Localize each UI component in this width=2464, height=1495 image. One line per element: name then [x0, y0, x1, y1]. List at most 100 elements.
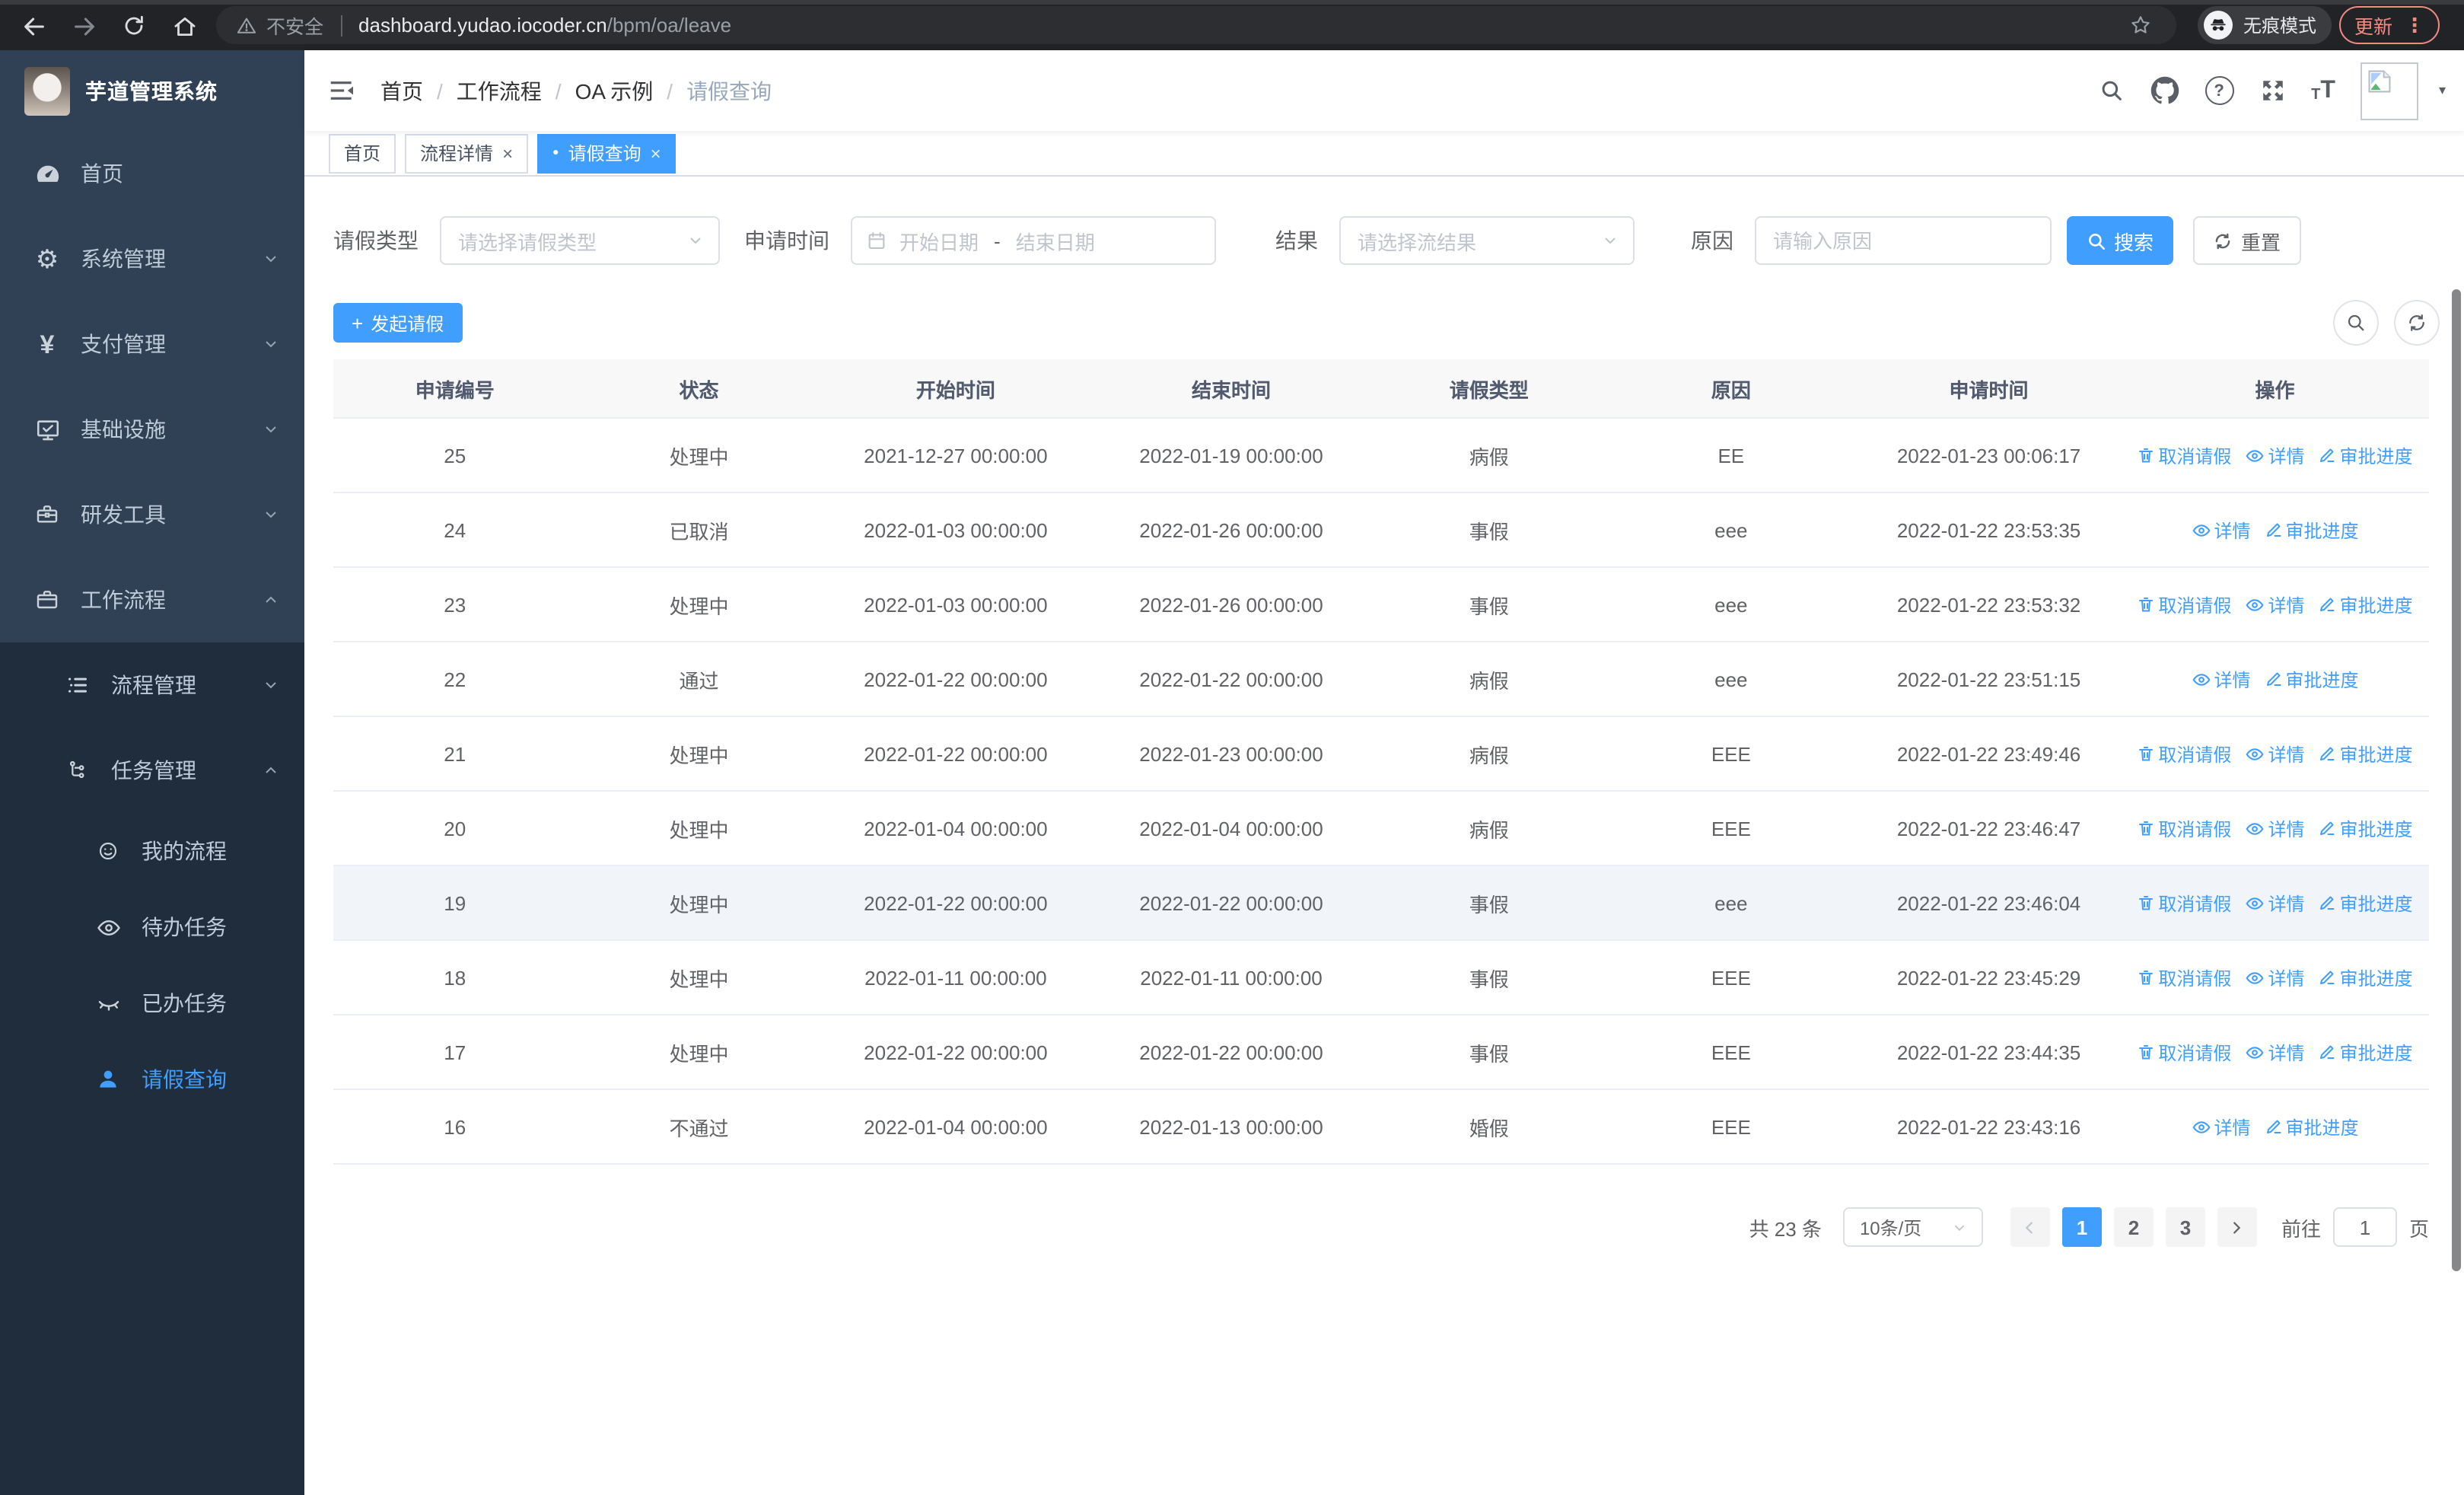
sidebar-item-todo-tasks[interactable]: 待办任务	[0, 889, 304, 965]
pen-icon	[2320, 896, 2335, 910]
avatar[interactable]	[2361, 62, 2419, 120]
progress-link[interactable]: 审批进度	[2318, 964, 2413, 990]
app-logo[interactable]: 芋道管理系统	[0, 50, 304, 131]
progress-link[interactable]: 审批进度	[2318, 815, 2413, 841]
reason-label: 原因	[1691, 228, 1733, 253]
detail-link[interactable]: 详情	[2191, 517, 2250, 543]
tab-home[interactable]: 首页	[329, 133, 396, 173]
detail-link[interactable]: 详情	[2245, 741, 2304, 767]
reason-input[interactable]	[1755, 216, 2052, 265]
sidebar-item-workflow[interactable]: 工作流程	[0, 557, 304, 642]
table-row: 24 已取消 2022-01-03 00:00:00 2022-01-26 00:00…	[333, 493, 2429, 568]
sidebar-collapse-icon[interactable]	[327, 76, 356, 105]
fullscreen-icon[interactable]	[2259, 78, 2285, 104]
font-size-icon[interactable]: TT	[2311, 78, 2335, 103]
page-button-3[interactable]: 3	[2165, 1207, 2205, 1247]
update-button[interactable]: 更新 ⋮	[2339, 6, 2440, 44]
close-icon[interactable]: ×	[502, 142, 513, 164]
scrollbar-thumb[interactable]	[2452, 289, 2461, 1271]
cell-type: 病假	[1469, 445, 1509, 468]
reset-button[interactable]: 重置	[2193, 216, 2301, 265]
browser-menu-icon[interactable]: ⋮	[2405, 13, 2424, 37]
sidebar-item-task-mgmt[interactable]: 任务管理	[0, 728, 304, 813]
url-divider	[340, 14, 342, 36]
breadcrumb-oa-example[interactable]: OA 示例	[575, 75, 654, 106]
refresh-table-button[interactable]	[2394, 300, 2440, 346]
page-button-2[interactable]: 2	[2113, 1207, 2154, 1247]
sidebar-item-system[interactable]: ⚙ 系统管理	[0, 216, 304, 301]
eye-icon	[2246, 449, 2264, 461]
url-bar[interactable]: 不安全 dashboard.yudao.iocoder.cn/bpm/oa/le…	[216, 6, 2176, 44]
breadcrumb-home[interactable]: 首页	[380, 75, 423, 106]
sidebar-item-payment[interactable]: ¥ 支付管理	[0, 301, 304, 387]
next-page-button[interactable]	[2217, 1207, 2257, 1247]
cancel-link[interactable]: 取消请假	[2137, 890, 2231, 916]
sidebar-item-infrastructure[interactable]: 基础设施	[0, 387, 304, 472]
apply-time-range-picker[interactable]: 开始日期 - 结束日期	[851, 216, 1216, 265]
sidebar-item-dev-tools[interactable]: 研发工具	[0, 472, 304, 557]
progress-link[interactable]: 审批进度	[2264, 1114, 2359, 1140]
table-body: 25 处理中 2021-12-27 00:00:00 2022-01-19 00:00…	[333, 419, 2429, 1165]
cell-reason: EEE	[1711, 1115, 1751, 1138]
cell-type: 事假	[1469, 967, 1509, 990]
back-icon[interactable]	[15, 8, 52, 44]
sidebar-item-process-mgmt[interactable]: 流程管理	[0, 642, 304, 728]
detail-link[interactable]: 详情	[2191, 666, 2250, 692]
progress-link[interactable]: 审批进度	[2264, 666, 2359, 692]
cancel-link[interactable]: 取消请假	[2137, 964, 2231, 990]
result-label: 结果	[1275, 228, 1318, 253]
search-icon[interactable]	[2098, 78, 2124, 104]
tab-leave-query[interactable]: ● 请假查询 ×	[537, 133, 676, 173]
sidebar-item-leave-query[interactable]: 请假查询	[0, 1041, 304, 1117]
progress-link[interactable]: 审批进度	[2318, 442, 2413, 468]
leave-type-select[interactable]: 请选择请假类型	[440, 216, 720, 265]
cancel-link[interactable]: 取消请假	[2137, 442, 2231, 468]
breadcrumb-workflow[interactable]: 工作流程	[457, 75, 542, 106]
cell-applied: 2022-01-22 23:49:46	[1896, 742, 2081, 765]
detail-link[interactable]: 详情	[2191, 1114, 2250, 1140]
search-button[interactable]: 搜索	[2067, 216, 2173, 265]
sidebar-item-home[interactable]: 首页	[0, 131, 304, 216]
sidebar-item-label: 流程管理	[111, 673, 196, 697]
filter-form: 请假类型 请选择请假类型 申请时间 开始日期 - 结束日期 结果 请选择流结果 …	[333, 216, 2429, 265]
github-icon[interactable]	[2150, 76, 2179, 105]
result-select[interactable]: 请选择流结果	[1339, 216, 1635, 265]
reload-icon[interactable]	[116, 8, 152, 44]
sidebar-item-done-tasks[interactable]: 已办任务	[0, 965, 304, 1041]
home-icon[interactable]	[166, 8, 202, 44]
detail-link[interactable]: 详情	[2245, 964, 2304, 990]
detail-link[interactable]: 详情	[2245, 815, 2304, 841]
tab-process-detail[interactable]: 流程详情 ×	[405, 133, 529, 173]
progress-link[interactable]: 审批进度	[2318, 890, 2413, 916]
cancel-link[interactable]: 取消请假	[2137, 1039, 2231, 1065]
cell-id: 22	[444, 668, 466, 690]
forward-icon[interactable]	[65, 8, 102, 44]
progress-link[interactable]: 审批进度	[2318, 1039, 2413, 1065]
url-host: dashboard.yudao.iocoder.cn	[358, 14, 607, 37]
page-unit-label: 页	[2408, 1217, 2429, 1240]
sidebar-item-my-process[interactable]: 我的流程	[0, 813, 304, 889]
chevron-down-icon[interactable]: ▾	[2439, 82, 2446, 99]
goto-page-input[interactable]	[2332, 1207, 2397, 1247]
show-search-button[interactable]	[2333, 300, 2379, 346]
detail-link[interactable]: 详情	[2245, 442, 2304, 468]
cancel-link[interactable]: 取消请假	[2137, 815, 2231, 841]
create-leave-button[interactable]: + 发起请假	[333, 303, 463, 343]
cancel-link[interactable]: 取消请假	[2137, 741, 2231, 767]
detail-link[interactable]: 详情	[2245, 890, 2304, 916]
page-button-1[interactable]: 1	[2061, 1207, 2102, 1247]
prev-page-button[interactable]	[2010, 1207, 2050, 1247]
progress-link[interactable]: 审批进度	[2318, 591, 2413, 617]
cancel-link[interactable]: 取消请假	[2137, 591, 2231, 617]
security-label[interactable]: 不安全	[266, 11, 323, 40]
close-icon[interactable]: ×	[651, 142, 661, 164]
page-size-select[interactable]: 10条/页	[1842, 1207, 1983, 1247]
detail-link[interactable]: 详情	[2245, 591, 2304, 617]
cell-actions: 取消请假 详情 审批进度	[2121, 890, 2429, 916]
cell-type: 病假	[1469, 818, 1509, 841]
progress-link[interactable]: 审批进度	[2264, 517, 2359, 543]
bookmark-star-icon[interactable]	[2122, 7, 2158, 43]
progress-link[interactable]: 审批进度	[2318, 741, 2413, 767]
detail-link[interactable]: 详情	[2245, 1039, 2304, 1065]
help-icon[interactable]: ?	[2205, 76, 2234, 105]
